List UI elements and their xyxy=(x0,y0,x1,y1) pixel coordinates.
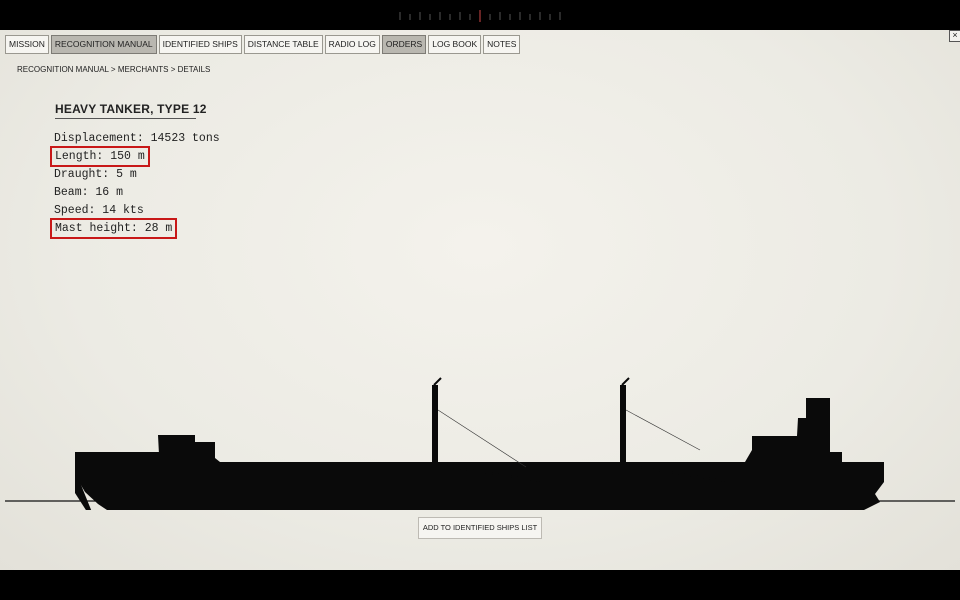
ship-title: HEAVY TANKER, TYPE 12 xyxy=(55,102,207,116)
top-bar xyxy=(0,0,960,30)
breadcrumb: RECOGNITION MANUAL > MERCHANTS > DETAILS xyxy=(17,65,211,74)
recognition-manual-page: Mission Recognition Manual Identified Ship… xyxy=(0,30,960,570)
tab-identified-ships[interactable]: Identified Ships xyxy=(158,35,242,54)
close-button[interactable]: × xyxy=(949,30,960,42)
tab-mission[interactable]: Mission xyxy=(5,35,49,54)
spec-row: Beam: 16 m xyxy=(54,184,220,202)
title-underline xyxy=(55,118,196,119)
ship-specs: Displacement: 14523 tons Length: 150 m Dra… xyxy=(49,130,220,239)
spec-row: Displacement: 14523 tons xyxy=(54,130,220,148)
spec-text: Draught: 5 m xyxy=(54,168,137,181)
compass-strip-icon xyxy=(399,10,561,22)
spec-row: Draught: 5 m xyxy=(54,166,220,184)
spec-row: Mast height: 28 m xyxy=(49,218,220,239)
ship-silhouette xyxy=(5,377,955,510)
tab-bar: Mission Recognition Manual Identified Ship… xyxy=(5,35,521,54)
highlighted-spec-text: Length: 150 m xyxy=(50,146,150,167)
add-to-identified-ships-button[interactable]: ADD TO IDENTIFIED SHIPS LIST xyxy=(418,517,542,539)
tab-radio-log[interactable]: Radio Log xyxy=(324,35,380,54)
tab-orders[interactable]: Orders xyxy=(381,35,427,54)
bottom-bar xyxy=(0,570,960,600)
spec-row: Length: 150 m xyxy=(50,146,220,167)
spec-text: Beam: 16 m xyxy=(54,186,124,199)
spec-text: Displacement: 14523 tons xyxy=(54,132,220,145)
highlighted-spec-text: Mast height: 28 m xyxy=(49,218,178,239)
tab-notes[interactable]: Notes xyxy=(483,35,521,54)
spec-text: Speed: 14 kts xyxy=(54,204,144,217)
tab-distance-table[interactable]: Distance Table xyxy=(243,35,323,54)
spec-row: Speed: 14 kts xyxy=(54,202,220,220)
tab-log-book[interactable]: Log Book xyxy=(428,35,482,54)
tab-recognition-manual[interactable]: Recognition Manual xyxy=(50,35,157,54)
